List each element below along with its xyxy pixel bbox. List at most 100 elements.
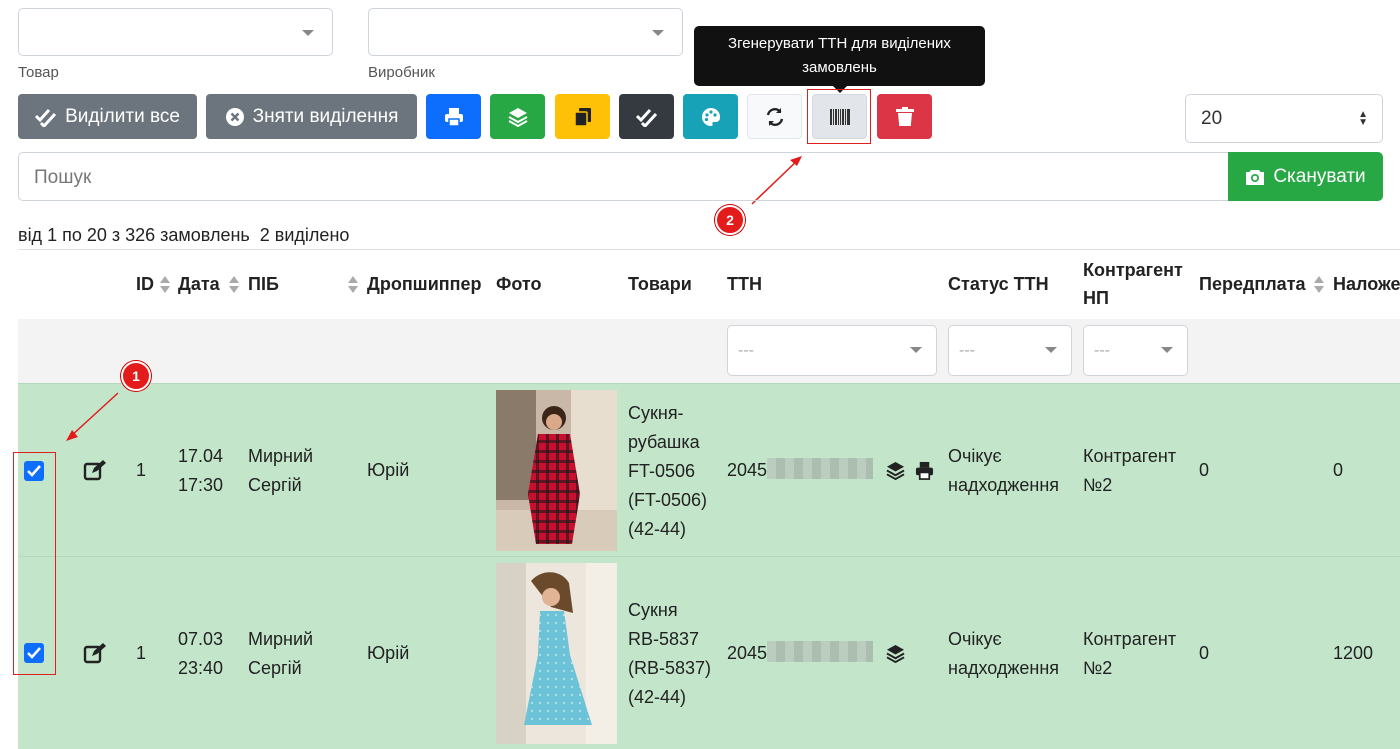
counterparty-filter-select[interactable]: --- [1083, 325, 1188, 376]
counterparty-filter-value: --- [1094, 342, 1110, 359]
header-prepay[interactable]: Передплата [1199, 270, 1306, 298]
print-button[interactable] [426, 94, 481, 139]
product-photo[interactable] [496, 390, 617, 551]
row-cod: 1200 [1333, 643, 1374, 663]
sort-icon[interactable] [348, 276, 358, 294]
close-circle-icon [225, 107, 244, 126]
up-down-icon: ▲ ▼ [1358, 109, 1368, 128]
scan-button[interactable]: Сканувати [1228, 152, 1383, 201]
row-goods: Сукня RB-5837 (RB-5837) (42-44) [628, 596, 711, 712]
layers-button[interactable] [490, 94, 545, 139]
row-goods-line: (RB-5837) [628, 658, 712, 678]
row-ttn-prefix: 2045 [727, 643, 768, 663]
row-counterparty-line1: Контрагент [1083, 446, 1177, 466]
layers-icon[interactable] [886, 644, 905, 663]
selected-count: 2 виділено [259, 225, 350, 245]
header-photo: Фото [496, 274, 542, 294]
row-goods-line: Сукня- [628, 403, 684, 423]
ttn-filter-value: --- [738, 342, 754, 359]
annotation-arrow-1 [66, 392, 119, 441]
table-row[interactable]: 1 17.04 17:30 Мирний Сергій Юрій Сукня- ру… [18, 383, 1400, 556]
table-top-border [18, 249, 1400, 250]
row-date-day: 17.04 [178, 446, 224, 466]
print-icon [444, 107, 463, 127]
mark-checked-button[interactable] [619, 94, 674, 139]
page-size-value: 20 [1201, 108, 1223, 129]
row-prepay: 0 [1199, 460, 1210, 480]
header-name[interactable]: ПІБ [248, 270, 279, 298]
row-goods-line: Сукня [628, 600, 678, 620]
product-label: Товар [18, 64, 59, 81]
chevron-down-icon [1045, 347, 1057, 353]
header-counterparty-line1: Контрагент [1083, 260, 1183, 280]
ttn-status-filter-select[interactable]: --- [948, 325, 1072, 376]
row-id: 1 [136, 460, 147, 480]
select-all-button[interactable]: Виділити все [18, 94, 197, 139]
header-date[interactable]: Дата [178, 270, 220, 298]
ttn-redacted [767, 458, 874, 479]
palette-button[interactable] [683, 94, 738, 139]
deselect-label: Зняти виділення [252, 105, 399, 127]
row-ttn-status-line2: надходження [948, 658, 1060, 678]
chevron-down-icon [652, 30, 664, 36]
orders-range: від 1 по 20 з 326 замовлень [18, 225, 250, 245]
annotation-marker-1: 1 [121, 361, 151, 391]
header-ttn-status: Статус ТТН [948, 274, 1049, 294]
annotation-box-generate-ttn [807, 89, 871, 144]
layers-icon[interactable] [886, 461, 905, 480]
trash-icon [895, 106, 914, 126]
row-goods-line: (42-44) [628, 519, 687, 539]
ttn-filter-select[interactable]: --- [727, 325, 937, 376]
row-counterparty-line2: №2 [1083, 475, 1113, 495]
header-id[interactable]: ID [136, 270, 154, 298]
header-counterparty-line2: НП [1083, 288, 1109, 308]
manufacturer-select[interactable] [368, 8, 683, 56]
search-input[interactable]: Пошук [18, 152, 1229, 201]
row-cod: 0 [1333, 460, 1344, 480]
search-placeholder: Пошук [34, 167, 92, 188]
deselect-button[interactable]: Зняти виділення [206, 94, 417, 139]
product-photo[interactable] [496, 563, 617, 744]
row-name: Мирний Сергій [248, 442, 313, 500]
layers-icon [508, 107, 527, 127]
product-select[interactable] [18, 8, 333, 56]
edit-icon[interactable] [83, 642, 106, 665]
chevron-down-icon [910, 347, 922, 353]
row-prepay: 0 [1199, 643, 1210, 663]
copy-button[interactable] [555, 94, 610, 139]
table-row[interactable]: 1 07.03 23:40 Мирний Сергій Юрій Сукня RB-… [18, 556, 1400, 749]
edit-icon[interactable] [83, 459, 106, 482]
refresh-icon [766, 107, 783, 126]
camera-icon [1246, 169, 1265, 185]
row-date: 17.04 17:30 [178, 442, 223, 500]
row-id: 1 [136, 643, 147, 663]
annotation-box-checkboxes [13, 452, 56, 675]
sort-icon[interactable] [160, 276, 170, 294]
orders-summary: від 1 по 20 з 326 замовлень 2 виділено [18, 225, 349, 246]
row-date-time: 17:30 [178, 475, 224, 495]
page-size-select[interactable]: 20 ▲ ▼ [1185, 94, 1383, 143]
row-counterparty: Контрагент №2 [1083, 442, 1176, 500]
row-goods-line: (42-44) [628, 687, 687, 707]
row-ttn-prefix: 2045 [727, 460, 768, 480]
header-ttn: ТТН [727, 274, 762, 294]
row-dropshipper: Юрій [367, 643, 410, 663]
palette-icon [701, 107, 720, 126]
row-name-line2: Сергій [248, 475, 302, 495]
ttn-status-filter-value: --- [959, 342, 975, 359]
delete-button[interactable] [877, 94, 932, 139]
manufacturer-label: Виробник [368, 64, 435, 81]
header-goods: Товари [628, 274, 692, 294]
header-counterparty: Контрагент НП [1083, 256, 1183, 312]
row-counterparty-line2: №2 [1083, 658, 1113, 678]
row-goods-line: FT-0506 [628, 461, 696, 481]
row-ttn: 2045 [727, 639, 874, 668]
sort-icon[interactable] [229, 276, 239, 294]
column-filter-row [18, 319, 1400, 383]
row-name: Мирний Сергій [248, 625, 313, 683]
print-icon[interactable] [915, 461, 934, 480]
row-name-line1: Мирний [248, 446, 314, 466]
sort-icon[interactable] [1314, 276, 1324, 294]
refresh-button[interactable] [747, 94, 802, 139]
row-date: 07.03 23:40 [178, 625, 223, 683]
